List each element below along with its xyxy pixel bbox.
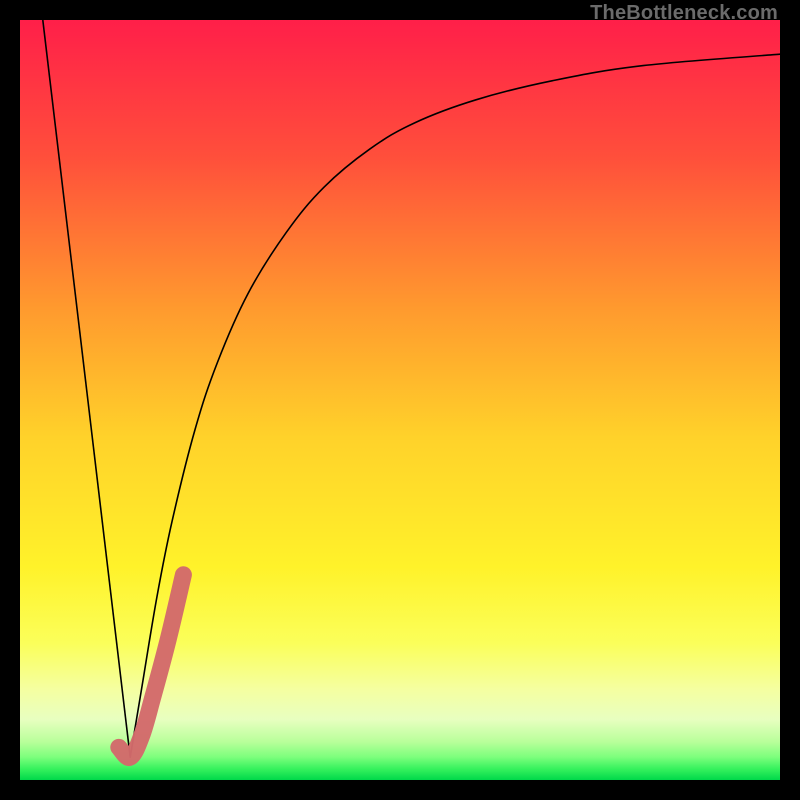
chart-frame: TheBottleneck.com xyxy=(0,0,800,800)
curve-layer xyxy=(20,20,780,780)
rose-hook-overlay xyxy=(119,575,184,758)
watermark-text: TheBottleneck.com xyxy=(590,2,778,25)
right-rising-curve xyxy=(130,54,780,757)
plot-area xyxy=(20,20,780,780)
left-falling-line xyxy=(43,20,130,757)
